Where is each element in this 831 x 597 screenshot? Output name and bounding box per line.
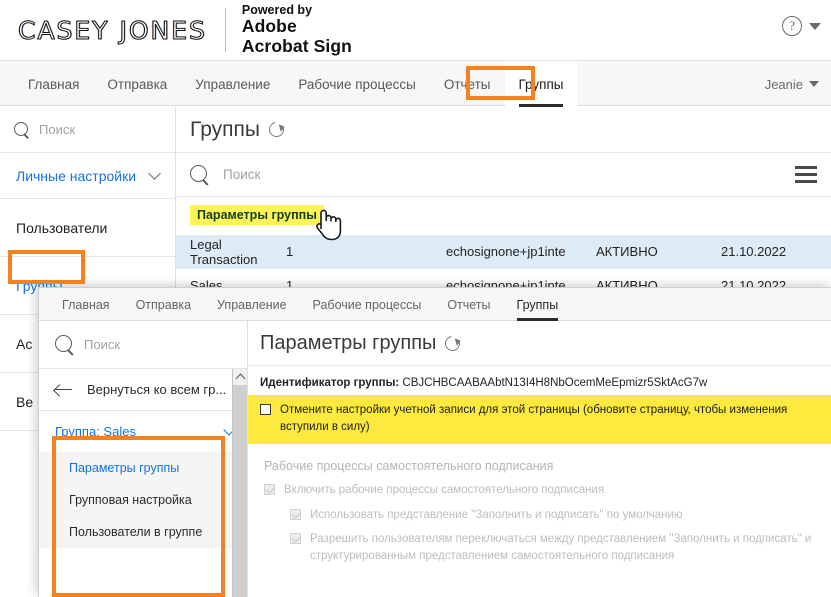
group-id-label: Идентификатор группы: [260, 377, 400, 389]
nav-items: Главная Отправка Управление Рабочие проц… [0, 61, 831, 107]
back-to-all-groups-button[interactable]: Вернуться ко всем гр... [39, 369, 247, 411]
overlay-window: Главная Отправка Управление Рабочие проц… [38, 287, 831, 597]
checkbox-icon [264, 484, 275, 496]
user-menu-label: Jeanie [764, 76, 803, 92]
sidebar-item-personal-settings[interactable]: Личные настройки [0, 153, 175, 199]
sidebar-item-label: Ac [16, 335, 33, 352]
status-badge: АКТИВНО [596, 244, 658, 259]
setting-label: Включить рабочие процессы самостоятельно… [284, 484, 605, 497]
setting-row-enable-self-signing: Включить рабочие процессы самостоятельно… [248, 482, 831, 506]
overlay-page-title-row: Параметры группы [248, 321, 831, 366]
checkbox-icon [290, 508, 301, 520]
chevron-down-icon[interactable] [809, 81, 819, 87]
help-circle-icon[interactable]: ? [782, 16, 802, 36]
overlay-page-title: Параметры группы [260, 331, 437, 354]
company-logo: CASEY JONES [18, 15, 207, 45]
overlay-sidebar-item-users-in-group[interactable]: Пользователи в группе [39, 516, 247, 548]
page-title: Группы [190, 117, 260, 141]
scroll-up-arrow-icon[interactable] [233, 369, 247, 385]
override-account-banner[interactable]: Отмените настройки учетной записи для эт… [248, 395, 831, 445]
override-banner-text: Отмените настройки учетной записи для эт… [280, 404, 788, 433]
setting-label: Разрешить пользователям переключаться ме… [310, 532, 812, 563]
overlay-search[interactable]: Поиск [39, 321, 247, 369]
override-checkbox[interactable] [260, 404, 271, 415]
overlay-nav-item-workflows[interactable]: Рабочие процессы [300, 288, 435, 321]
group-id-row: Идентификатор группы: CBJCHBCAABAAbtN13I… [248, 366, 831, 395]
sidebar-item-label: Личные настройки [16, 167, 137, 184]
groups-search-row: Поиск [176, 153, 831, 197]
breadcrumb-group-settings[interactable]: Параметры группы [190, 205, 324, 225]
row-group-name: Legal Transaction [190, 236, 258, 267]
search-icon [55, 335, 74, 354]
group-selector[interactable]: Группа: Sales [39, 411, 247, 452]
breadcrumb: Параметры группы [176, 197, 831, 235]
brand-divider [224, 8, 226, 52]
overlay-body: Поиск Вернуться ко всем гр... Группа: Sa… [39, 321, 831, 597]
main-navbar: Главная Отправка Управление Рабочие проц… [0, 60, 831, 107]
group-selector-label: Группа: Sales [55, 424, 136, 439]
overlay-sidebar: Поиск Вернуться ко всем гр... Группа: Sa… [39, 321, 248, 597]
help-menu[interactable]: ? [782, 16, 821, 36]
overlay-nav-items: Главная Отправка Управление Рабочие проц… [39, 288, 831, 321]
group-settings-page: Параметры группы Идентификатор группы: C… [248, 321, 831, 597]
overlay-nav-item-reports[interactable]: Отчеты [434, 288, 503, 321]
overlay-nav-item-manage[interactable]: Управление [204, 288, 300, 321]
group-id-value: CBJCHBCAABAAbtN13I4H8NbOcemMeEpmizr5SktA… [402, 377, 708, 389]
refresh-icon[interactable] [442, 332, 464, 354]
overlay-nav-item-home[interactable]: Главная [49, 288, 123, 321]
overlay-nav-item-groups[interactable]: Группы [504, 288, 572, 321]
refresh-icon[interactable] [266, 119, 287, 140]
setting-row-allow-switch-views: Разрешить пользователям переключаться ме… [248, 531, 831, 573]
sidebar-search[interactable]: Поиск [0, 107, 175, 153]
chevron-down-icon[interactable] [809, 22, 821, 30]
product-label: Acrobat Sign [241, 36, 352, 56]
arrow-left-icon [55, 384, 73, 396]
row-count: 1 [286, 244, 294, 259]
user-menu[interactable]: Jeanie [765, 61, 819, 107]
adobe-label: Adobe [241, 16, 297, 37]
powered-by-block: Powered by Adobe Acrobat Sign [242, 3, 352, 56]
section-title: Рабочие процессы самостоятельного подпис… [264, 459, 554, 474]
screenshot-root: CASEY JONES Powered by Adobe Acrobat Sig… [0, 0, 831, 597]
search-icon [190, 165, 209, 184]
brand-bar: CASEY JONES Powered by Adobe Acrobat Sig… [0, 0, 831, 60]
row-email: echosignone+jp1inte [446, 244, 566, 259]
sidebar-item-label: Пользователи [16, 219, 108, 236]
setting-row-default-fill-and-sign: Использовать представление "Заполнить и … [248, 507, 831, 531]
sidebar-search-placeholder: Поиск [39, 122, 76, 137]
chevron-down-icon[interactable] [148, 167, 161, 180]
setting-label: Использовать представление "Заполнить и … [310, 508, 683, 521]
powered-by-label: Powered by [241, 3, 313, 18]
nav-item-home[interactable]: Главная [14, 61, 93, 107]
nav-item-workflows[interactable]: Рабочие процессы [284, 61, 429, 107]
page-title-row: Группы [176, 107, 831, 153]
overlay-nav-item-send[interactable]: Отправка [123, 288, 204, 321]
nav-item-groups[interactable]: Группы [504, 61, 578, 107]
sidebar-item-label: Be [16, 393, 34, 410]
row-date: 21.10.2022 [721, 244, 787, 259]
hamburger-menu-icon[interactable] [795, 166, 817, 183]
checkbox-icon [290, 532, 301, 544]
table-row[interactable]: Legal Transaction 1 echosignone+jp1inte … [176, 235, 831, 269]
back-label: Вернуться ко всем гр... [87, 382, 227, 397]
nav-item-reports[interactable]: Отчеты [430, 61, 505, 107]
nav-item-manage[interactable]: Управление [181, 61, 284, 107]
overlay-navbar: Главная Отправка Управление Рабочие проц… [39, 288, 831, 321]
overlay-sidebar-item-group-settings[interactable]: Параметры группы [39, 452, 247, 484]
sidebar-item-users[interactable]: Пользователи [0, 199, 175, 257]
search-icon [14, 122, 29, 137]
overlay-sidebar-scrollbar[interactable] [232, 369, 247, 597]
nav-item-send[interactable]: Отправка [93, 61, 181, 107]
overlay-search-placeholder: Поиск [84, 337, 121, 352]
overlay-sidebar-item-group-setup[interactable]: Групповая настройка [39, 484, 247, 516]
groups-search-placeholder: Поиск [223, 167, 261, 182]
